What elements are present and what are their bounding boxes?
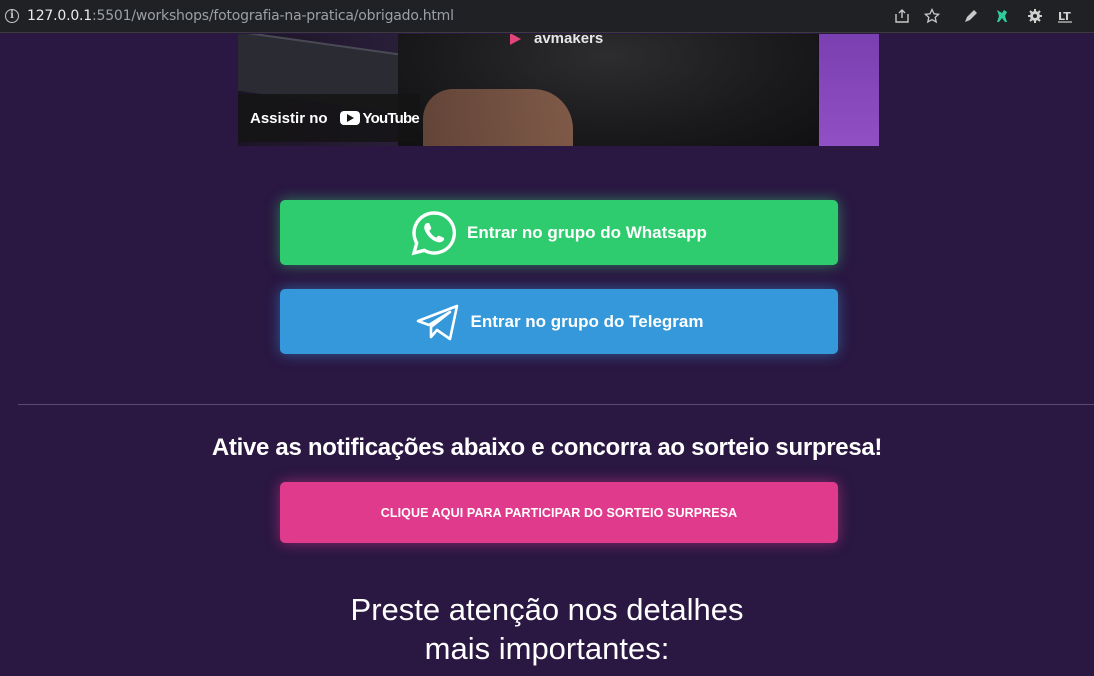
details-heading-line2: mais importantes: <box>424 631 670 666</box>
details-heading: Preste atenção nos detalhes mais importa… <box>0 590 1094 668</box>
extension-icon[interactable] <box>993 7 1011 25</box>
svg-text:LT: LT <box>1058 10 1071 23</box>
youtube-play-icon <box>339 111 360 125</box>
telegram-button-label: Entrar no grupo do Telegram <box>470 311 704 331</box>
whatsapp-button-label: Entrar no grupo do Whatsapp <box>467 222 707 242</box>
youtube-wordmark: YouTube <box>362 109 420 127</box>
video-embed[interactable]: avmakers Assistir no YouTube <box>238 34 879 146</box>
details-heading-line1: Preste atenção nos detalhes <box>350 592 744 627</box>
watch-on-youtube-button[interactable]: Assistir no YouTube <box>238 94 420 142</box>
raffle-participate-button[interactable]: CLIQUE AQUI PARA PARTICIPAR DO SORTEIO S… <box>280 482 838 543</box>
whatsapp-group-button[interactable]: Entrar no grupo do Whatsapp <box>280 200 838 265</box>
raffle-button-label: CLIQUE AQUI PARA PARTICIPAR DO SORTEIO S… <box>380 505 738 520</box>
notification-headline: Ative as notificações abaixo e concorra … <box>211 434 883 461</box>
url-path: :5501/workshops/fotografia-na-pratica/ob… <box>92 8 454 24</box>
translate-icon[interactable]: LT <box>1056 7 1074 25</box>
youtube-logo: YouTube <box>339 109 420 127</box>
presenter-arm-image <box>423 89 573 146</box>
video-background-purple <box>819 34 879 146</box>
watch-label: Assistir no <box>250 109 328 127</box>
share-icon[interactable] <box>893 7 911 25</box>
whatsapp-icon <box>411 210 457 256</box>
gear-icon[interactable] <box>1026 7 1044 25</box>
star-icon[interactable] <box>923 7 941 25</box>
brand-logo-icon <box>510 34 521 45</box>
url-host: 127.0.0.1 <box>27 8 92 24</box>
browser-address-bar: i 127.0.0.1:5501/workshops/fotografia-na… <box>0 0 1094 33</box>
section-divider <box>18 404 1094 405</box>
telegram-group-button[interactable]: Entrar no grupo do Telegram <box>280 289 838 354</box>
pen-icon[interactable] <box>962 7 980 25</box>
telegram-icon <box>415 302 461 342</box>
url-field[interactable]: 127.0.0.1:5501/workshops/fotografia-na-p… <box>27 8 454 24</box>
shirt-brand-text: avmakers <box>534 34 604 47</box>
info-icon[interactable]: i <box>5 9 19 23</box>
